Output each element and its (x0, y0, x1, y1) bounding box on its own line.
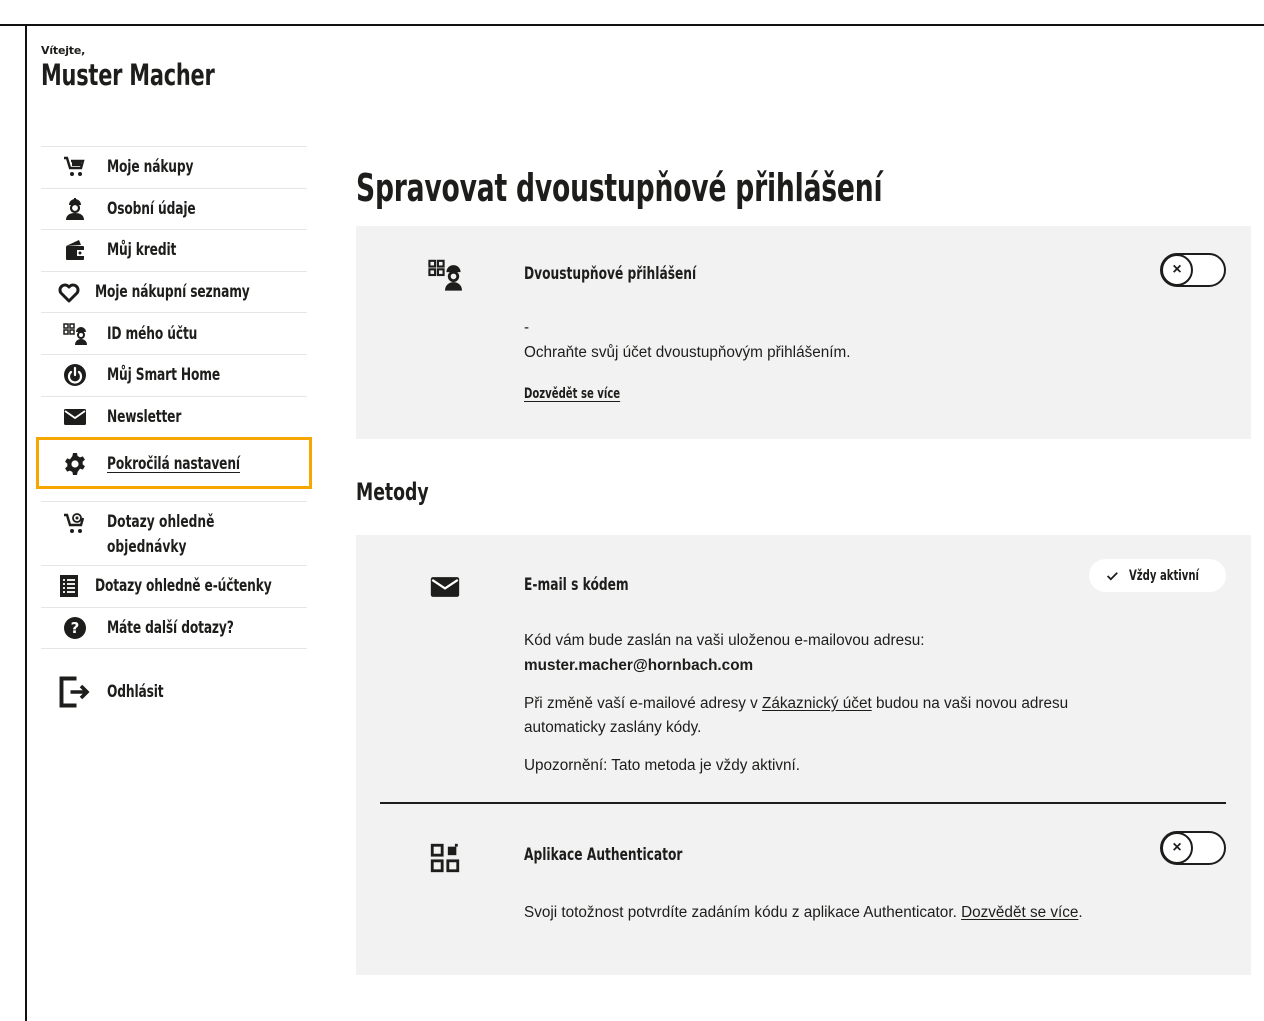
methods-title: Metody (356, 478, 429, 506)
method-divider (380, 802, 1226, 804)
email-address: muster.macher@hornbach.com (524, 657, 754, 674)
sidebar-item-label: Moje nákupy (107, 157, 194, 178)
frame-left-border (25, 24, 27, 1021)
account-id-icon (428, 258, 462, 292)
sidebar-item-label: ID mého účtu (107, 323, 198, 344)
always-active-badge: Vždy aktivní (1089, 559, 1226, 592)
sidebar-item-shopping-lists[interactable]: Moje nákupní seznamy (41, 270, 307, 313)
authenticator-text-end: . (1078, 904, 1083, 921)
worker-icon (57, 197, 93, 221)
svg-text:?: ? (71, 619, 80, 637)
two-factor-description: Ochraňte svůj účet dvoustupňovým přihláš… (524, 344, 851, 361)
sidebar-item-personal-data[interactable]: Osobní údaje (41, 187, 307, 230)
heart-icon (57, 280, 81, 304)
check-icon (1106, 571, 1118, 580)
cart-icon (57, 155, 93, 179)
sidebar-item-label: Máte další dotazy? (107, 618, 234, 639)
logout-button[interactable]: Odhlásit (41, 668, 307, 716)
two-factor-dash: - (524, 319, 530, 336)
customer-account-link[interactable]: Zákaznický účet (762, 695, 872, 712)
sidebar-divider (41, 648, 307, 668)
sidebar-item-order-questions[interactable]: Dotazy ohledně objednávky (41, 501, 307, 565)
logout-icon (57, 676, 93, 708)
sidebar-item-label: Dotazy ohledně (107, 512, 215, 533)
authenticator-toggle[interactable]: × (1160, 831, 1226, 865)
email-change-text-start: Při změně vaší e-mailové adresy v (524, 695, 763, 712)
cart-at-icon (57, 512, 93, 536)
sidebar-item-receipt-questions[interactable]: Dotazy ohledně e-účtenky (41, 565, 307, 607)
wallet-icon (57, 238, 93, 262)
gear-icon (57, 452, 93, 476)
sidebar-item-purchases[interactable]: Moje nákupy (41, 146, 307, 188)
authenticator-text-start: Svoji totožnost potvrdíte zadáním kódu z… (524, 904, 962, 921)
receipt-icon (57, 574, 81, 598)
user-name: Muster Macher (41, 58, 215, 92)
close-icon: × (1161, 832, 1193, 864)
email-method-text: Kód vám bude zaslán na vaši uloženou e-m… (524, 632, 925, 649)
authenticator-text: Svoji totožnost potvrdíte zadáním kódu z… (524, 901, 1084, 925)
page-title: Spravovat dvoustupňové přihlášení (356, 166, 883, 210)
authenticator-learn-more-link[interactable]: Dozvědět se více (961, 904, 1078, 921)
qr-code-icon (428, 841, 462, 875)
two-factor-toggle[interactable]: × (1160, 253, 1226, 287)
sidebar-item-label: Osobní údaje (107, 198, 196, 219)
sidebar-item-label: Pokročilá nastavení (107, 453, 240, 474)
sidebar-nav: Moje nákupy Osobní údaje Můj kredit Moje… (36, 146, 312, 716)
sidebar-item-newsletter[interactable]: Newsletter (41, 395, 307, 438)
sidebar-item-account-id[interactable]: ID mého účtu (41, 312, 307, 354)
two-factor-card: Dvoustupňové přihlášení × - Ochraňte svů… (356, 226, 1251, 439)
methods-card: E-mail s kódem Vždy aktivní Kód vám bude… (356, 535, 1251, 975)
sidebar-item-advanced-settings[interactable]: Pokročilá nastavení (36, 437, 312, 490)
sidebar-item-smart-home[interactable]: Můj Smart Home (41, 353, 307, 396)
email-method-note: Upozornění: Tato metoda je vždy aktivní. (524, 757, 801, 774)
sidebar-item-label: Newsletter (107, 406, 182, 427)
learn-more-link[interactable]: Dozvědět se více (524, 386, 620, 402)
account-id-icon (57, 322, 93, 346)
badge-label: Vždy aktivní (1128, 567, 1199, 584)
close-icon: × (1161, 254, 1193, 286)
question-icon: ? (57, 616, 93, 640)
sidebar-item-label: Můj Smart Home (107, 365, 221, 386)
power-icon (57, 363, 93, 387)
authenticator-title: Aplikace Authenticator (524, 845, 683, 865)
sidebar-item-credit[interactable]: Můj kredit (41, 229, 307, 271)
sidebar-item-label: Dotazy ohledně e-účtenky (95, 576, 272, 597)
sidebar-item-label-line2: objednávky (107, 537, 187, 558)
sidebar-item-label-wrap: Dotazy ohledně objednávky (107, 510, 256, 560)
welcome-text: Vítejte, (41, 44, 86, 57)
two-factor-title: Dvoustupňové přihlášení (524, 264, 697, 284)
email-method-title: E-mail s kódem (524, 575, 629, 595)
sidebar-item-label: Můj kredit (107, 240, 177, 261)
frame-top-border (0, 24, 1264, 26)
sidebar-item-label: Moje nákupní seznamy (95, 282, 250, 303)
email-change-text: Při změně vaší e-mailové adresy v Zákazn… (524, 692, 1084, 740)
mail-icon (57, 405, 93, 429)
logout-label: Odhlásit (107, 682, 164, 703)
sidebar-item-other-questions[interactable]: ? Máte další dotazy? (41, 606, 307, 649)
mail-icon (428, 570, 462, 604)
